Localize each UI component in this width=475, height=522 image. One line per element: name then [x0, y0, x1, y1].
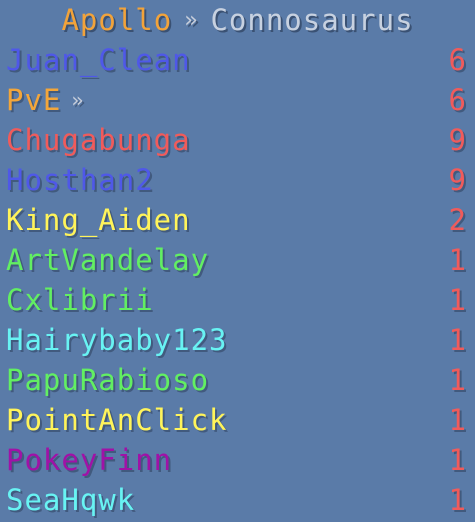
player-score: 2: [448, 203, 467, 237]
player-name: PvE »: [6, 83, 84, 117]
player-name: Juan_Clean: [6, 43, 191, 77]
player-name-text: PapuRabioso: [6, 363, 210, 397]
player-row: PokeyFinn 1: [6, 440, 469, 480]
scoreboard: Apollo » Connosaurus Juan_Clean 6 PvE» 6 Chu…: [0, 0, 475, 522]
player-name-text: PointAnClick: [6, 403, 228, 437]
scoreboard-header: Apollo » Connosaurus: [6, 0, 469, 40]
player-row: Hairybaby123 1: [6, 320, 469, 360]
player-name-text: SeaHqwk: [6, 483, 136, 517]
player-row: PvE » 6: [6, 80, 469, 120]
player-row: PointAnClick 1: [6, 400, 469, 440]
player-suffix: »: [71, 88, 85, 112]
player-name: SeaHqwk: [6, 483, 135, 517]
player-name: King_Aiden: [6, 203, 191, 237]
server-brand: Apollo: [61, 3, 173, 37]
player-name-text: ArtVandelay: [6, 243, 210, 277]
header-separator: »: [184, 7, 199, 33]
player-row: Juan_Clean 6: [6, 40, 469, 80]
player-row: Hosthan2 9: [6, 160, 469, 200]
player-score: 6: [448, 83, 467, 117]
player-score: 1: [448, 363, 467, 397]
player-list: Juan_Clean 6 PvE» 6 Chugabunga 9 Hosthan2 9 King…: [6, 40, 469, 520]
player-name-text: Juan_Clean: [6, 43, 191, 77]
player-row: Cxlibrii 1: [6, 280, 469, 320]
player-score: 1: [448, 483, 467, 517]
player-score: 9: [448, 163, 467, 197]
player-score: 1: [448, 243, 467, 277]
player-score: 1: [448, 403, 467, 437]
player-row: SeaHqwk 1: [6, 480, 469, 520]
player-name-text: Hairybaby123: [6, 323, 228, 357]
player-name: Hairybaby123: [6, 323, 228, 357]
player-name-text: Chugabunga: [6, 123, 191, 157]
player-name-text: Hosthan2: [6, 163, 154, 197]
player-name: Hosthan2: [6, 163, 154, 197]
player-name: ArtVandelay: [6, 243, 209, 277]
player-score: 9: [448, 123, 467, 157]
player-score: 1: [448, 323, 467, 357]
player-name: PapuRabioso: [6, 363, 209, 397]
player-score: 6: [448, 43, 467, 77]
player-name: Cxlibrii: [6, 283, 154, 317]
player-row: Chugabunga 9: [6, 120, 469, 160]
player-name: PokeyFinn: [6, 443, 172, 477]
player-name-text: PokeyFinn: [6, 443, 173, 477]
player-name-text: King_Aiden: [6, 203, 191, 237]
server-name: Connosaurus: [210, 3, 414, 37]
player-name: PointAnClick: [6, 403, 228, 437]
player-name: Chugabunga: [6, 123, 191, 157]
player-name-text: Cxlibrii: [6, 283, 154, 317]
player-row: King_Aiden 2: [6, 200, 469, 240]
player-score: 1: [448, 443, 467, 477]
player-score: 1: [448, 283, 467, 317]
player-row: PapuRabioso 1: [6, 360, 469, 400]
player-row: ArtVandelay 1: [6, 240, 469, 280]
player-name-text: PvE: [6, 83, 62, 117]
